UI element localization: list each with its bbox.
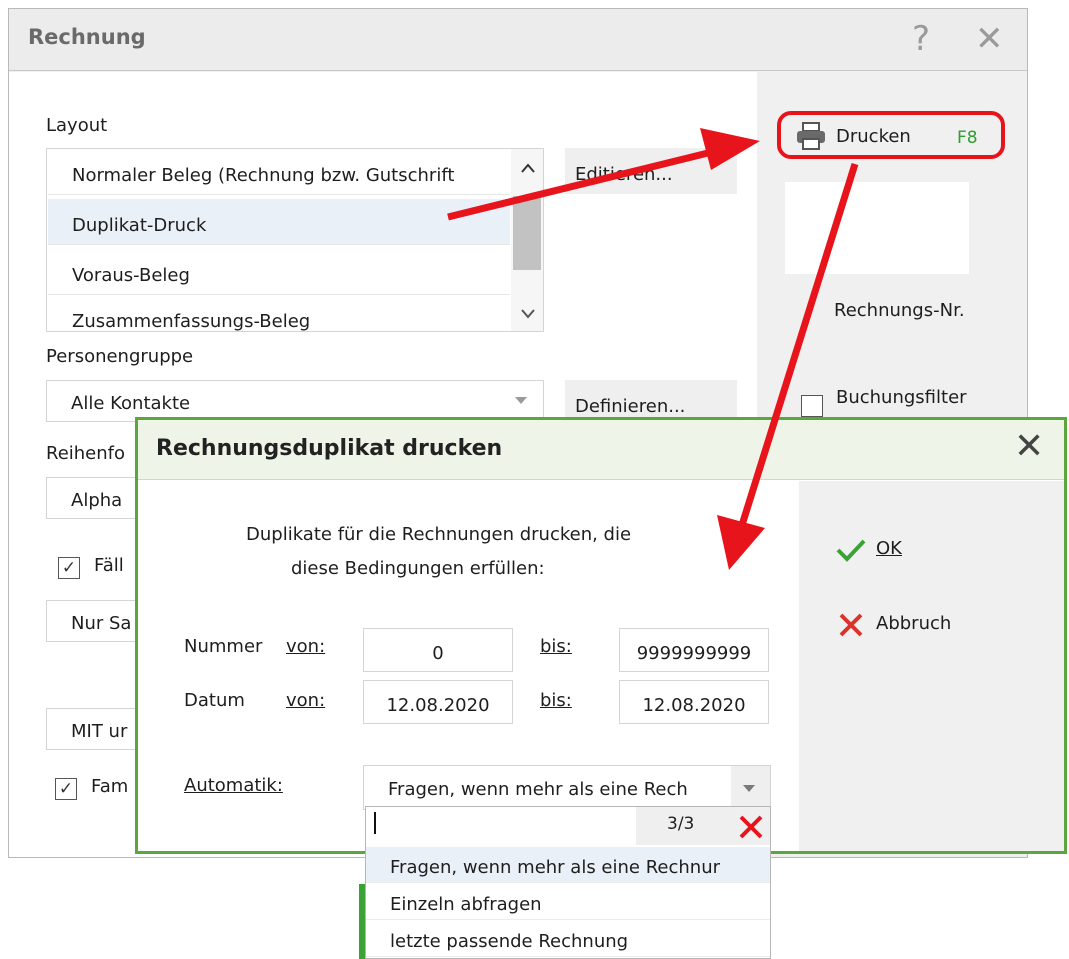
arrow-to-dialog-line (738, 162, 859, 527)
arrow-to-print-line (447, 148, 713, 221)
arrow-to-dialog-head (717, 515, 765, 570)
arrow-to-print-head (700, 128, 760, 170)
annotation-arrows (447, 128, 859, 570)
